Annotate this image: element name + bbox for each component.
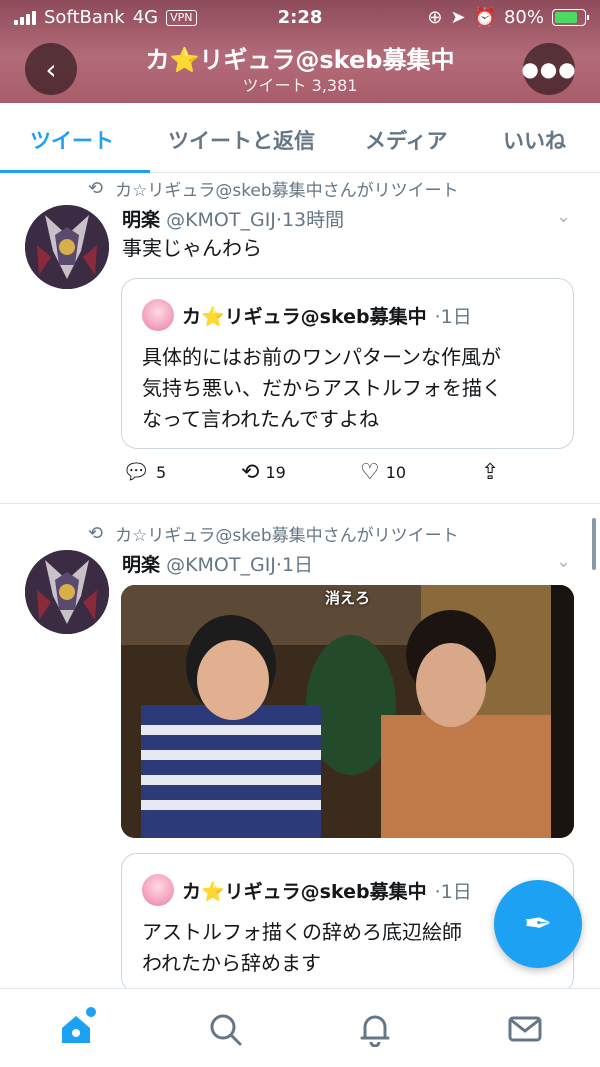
heart-icon: ♡	[360, 460, 380, 485]
video-caption: 消えろ	[324, 589, 370, 607]
nav-notifications[interactable]	[355, 1011, 395, 1047]
tab-media[interactable]: メディア	[365, 125, 448, 155]
author-handle: @KMOT_GIJ	[166, 209, 276, 231]
like-button[interactable]: ♡ 10	[360, 460, 406, 485]
avatar[interactable]	[25, 205, 109, 289]
bottom-navigation	[0, 988, 600, 1067]
reply-count: 5	[155, 463, 167, 482]
reply-button[interactable]: 💬︎ 5	[122, 460, 166, 485]
quoted-text: アストルフォ描くの辞めろ底辺絵師 われたから辞めます	[142, 917, 462, 979]
quoted-avatar	[142, 299, 174, 331]
profile-header: SoftBank 4G VPN 2:28 ⊕ ➤ ⏰ 80% ‹ カ⭐リギュラ@…	[0, 0, 600, 103]
avatar-image	[25, 205, 109, 289]
profile-tabs: ツイート ツイートと返信 メディア いいね	[0, 103, 600, 173]
tweet-author: 明楽 @KMOT_GIJ·13時間	[122, 205, 344, 232]
more-button[interactable]: ●●●	[521, 43, 577, 95]
nav-home[interactable]	[56, 1007, 96, 1047]
active-tab-indicator	[0, 170, 150, 173]
quoted-author-name: カ⭐リギュラ@skeb募集中	[182, 305, 427, 328]
more-icon: ●●●	[521, 57, 577, 81]
share-button[interactable]: ⇪	[481, 460, 499, 485]
scrollbar[interactable]	[592, 518, 596, 570]
tweet-text: 事実じゃんわら	[122, 236, 262, 260]
reply-icon: 💬︎	[122, 460, 150, 485]
video-frame	[121, 585, 574, 838]
mail-icon	[508, 1016, 542, 1042]
chevron-down-icon[interactable]: ⌄	[556, 551, 571, 572]
compose-tweet-button[interactable]: ✒	[494, 880, 582, 968]
search-icon	[210, 1014, 242, 1046]
compose-tweet-icon: ✒	[523, 904, 553, 944]
quoted-author-name: カ⭐リギュラ@skeb募集中	[182, 880, 427, 903]
avatar-image	[25, 550, 109, 634]
quoted-line: 具体的にはお前のワンパターンな作風が	[142, 345, 501, 369]
tab-tweets-replies[interactable]: ツイートと返信	[168, 125, 315, 155]
retweet-context: ⟲ カ☆リギュラ@skeb募集中さんがリツイート	[88, 521, 459, 546]
quoted-tweet-header: カ⭐リギュラ@skeb募集中 ·1日	[142, 299, 472, 331]
orientation-lock-icon: ⊕	[427, 7, 443, 28]
quoted-text: 具体的にはお前のワンパターンな作風が 気持ち悪い、だからアストルフォを描く なっ…	[142, 342, 502, 435]
new-content-dot	[86, 1007, 96, 1017]
quoted-tweet[interactable]: カ⭐リギュラ@skeb募集中 ·1日 具体的にはお前のワンパターンな作風が 気持…	[121, 278, 574, 449]
tweet-video[interactable]: 消えろ	[121, 585, 574, 838]
quoted-line: 気持ち悪い、だからアストルフォを描く	[142, 376, 502, 400]
status-bar: SoftBank 4G VPN 2:28 ⊕ ➤ ⏰ 80%	[0, 4, 600, 32]
nav-search[interactable]	[205, 1011, 245, 1047]
avatar[interactable]	[25, 550, 109, 634]
author-handle: @KMOT_GIJ	[166, 554, 276, 576]
retweet-count: 19	[265, 463, 286, 482]
tweet-time: ·1日	[275, 554, 314, 576]
retweet-context: ⟲ カ☆リギュラ@skeb募集中さんがリツイート	[88, 176, 459, 201]
quoted-line: なって言われたんですよね	[142, 407, 379, 431]
bell-icon	[360, 1015, 390, 1047]
tab-likes[interactable]: いいね	[503, 125, 566, 155]
quoted-line: アストルフォ描くの辞めろ底辺絵師	[142, 920, 462, 944]
retweet-icon: ⟲	[241, 460, 260, 485]
retweet-icon: ⟲	[88, 523, 104, 544]
chevron-down-icon[interactable]: ⌄	[556, 206, 571, 227]
tweet-time: ·13時間	[275, 209, 345, 231]
alarm-icon: ⏰	[473, 7, 496, 28]
page-title: カ⭐リギュラ@skeb募集中	[145, 46, 455, 74]
battery-percent: 80%	[503, 7, 544, 28]
battery-icon	[552, 9, 589, 26]
quoted-avatar	[142, 874, 174, 906]
tweet-author: 明楽 @KMOT_GIJ·1日	[122, 550, 313, 577]
tweet-count: ツイート 3,381	[242, 76, 358, 95]
quoted-tweet-header: カ⭐リギュラ@skeb募集中 ·1日	[142, 874, 472, 906]
author-name[interactable]: 明楽	[122, 554, 160, 576]
retweet-button[interactable]: ⟲ 19	[241, 460, 286, 485]
retweet-context-label: カ☆リギュラ@skeb募集中さんがリツイート	[115, 526, 459, 546]
location-icon: ➤	[450, 7, 466, 28]
retweet-context-label: カ☆リギュラ@skeb募集中さんがリツイート	[115, 181, 459, 201]
retweet-icon: ⟲	[88, 178, 104, 199]
like-count: 10	[385, 463, 407, 482]
quoted-line: われたから辞めます	[142, 951, 321, 975]
tab-tweets[interactable]: ツイート	[30, 125, 114, 155]
quoted-time: ·1日	[434, 880, 472, 903]
author-name[interactable]: 明楽	[122, 209, 160, 231]
tweet-divider	[0, 503, 600, 504]
nav-messages[interactable]	[505, 1011, 545, 1047]
quoted-time: ·1日	[434, 305, 472, 328]
share-icon: ⇪	[481, 460, 500, 485]
